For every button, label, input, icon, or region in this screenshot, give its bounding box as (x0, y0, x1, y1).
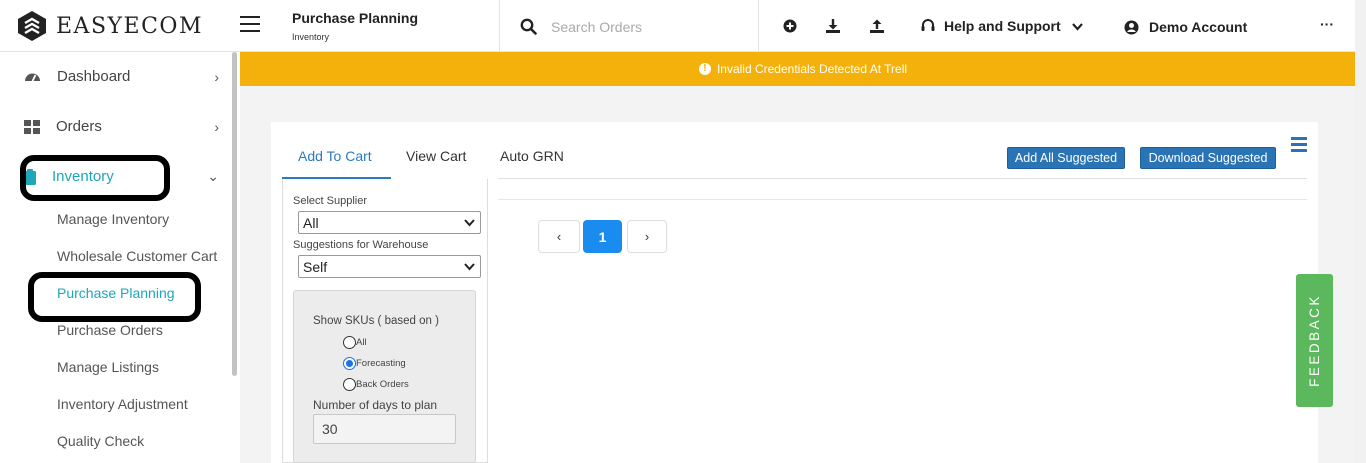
sidebar-item-dashboard[interactable]: Dashboard › (24, 68, 219, 85)
chevron-right-icon: › (214, 118, 219, 135)
more-options-icon[interactable]: ··· (1320, 16, 1334, 32)
days-label: Number of days to plan (313, 398, 438, 412)
upload-icon[interactable] (869, 18, 885, 34)
user-circle-icon (1124, 20, 1139, 34)
sidebar-item-orders[interactable]: Orders › (24, 118, 219, 135)
feedback-label: FEEDBACK (1307, 294, 1322, 387)
sidebar-item-label: Orders (56, 118, 102, 135)
radio-button[interactable] (343, 378, 356, 391)
warehouse-select-value: Self (303, 258, 328, 275)
chevron-right-icon: › (214, 68, 219, 85)
content-divider (498, 199, 1307, 200)
sidebar-scrollbar[interactable] (232, 52, 237, 376)
sidebar-subitem-wholesale-cart[interactable]: Wholesale Customer Cart (57, 248, 217, 264)
warehouse-label: Suggestions for Warehouse (293, 239, 429, 251)
add-all-suggested-button[interactable]: Add All Suggested (1007, 147, 1125, 169)
headset-icon (921, 19, 935, 31)
hamburger-menu-icon[interactable] (240, 16, 260, 34)
chevron-down-icon (464, 263, 475, 271)
sidebar-subitem-manage-inventory[interactable]: Manage Inventory (57, 211, 169, 227)
header-divider (758, 0, 759, 52)
grid-icon (24, 119, 40, 134)
help-support-label: Help and Support (944, 18, 1061, 34)
radio-forecasting[interactable]: Forecasting (343, 357, 406, 370)
chevron-down-icon: ⌄ (207, 168, 219, 184)
account-label: Demo Account (1149, 19, 1248, 35)
feedback-button[interactable]: FEEDBACK (1296, 274, 1333, 407)
radio-all[interactable]: All (343, 336, 367, 349)
tab-auto-grn[interactable]: Auto GRN (500, 148, 564, 164)
radio-label: Forecasting (356, 358, 406, 369)
supplier-select[interactable]: All (298, 211, 481, 234)
app-logo[interactable]: EASYECOM (16, 10, 203, 42)
add-circle-icon[interactable] (782, 18, 798, 34)
pagination-page-1[interactable]: 1 (583, 220, 622, 253)
supplier-label: Select Supplier (293, 195, 367, 207)
sidebar-subitem-quality-check[interactable]: Quality Check (57, 433, 144, 449)
info-icon: ! (698, 63, 711, 75)
pagination-next-button[interactable]: › (627, 220, 667, 253)
search-bar (520, 18, 751, 35)
sidebar-subitem-manage-listings[interactable]: Manage Listings (57, 359, 159, 375)
alert-banner-text: Invalid Credentials Detected At Trell (716, 62, 908, 76)
supplier-select-value: All (303, 214, 319, 231)
highlight-annotation (28, 272, 201, 322)
tab-divider (498, 178, 1307, 179)
show-skus-label: Show SKUs ( based on ) (313, 315, 439, 327)
top-bar: EASYECOM Purchase Planning Inventory Hel… (0, 0, 1366, 52)
chevron-down-icon (464, 219, 475, 227)
account-menu[interactable]: Demo Account (1124, 19, 1247, 35)
pagination-prev-button[interactable]: ‹ (538, 220, 580, 253)
download-suggested-button[interactable]: Download Suggested (1140, 147, 1276, 169)
alert-banner: ! Invalid Credentials Detected At Trell (240, 52, 1366, 86)
sidebar-subitem-inventory-adjustment[interactable]: Inventory Adjustment (57, 396, 188, 412)
tab-view-cart[interactable]: View Cart (406, 148, 466, 164)
dashboard-icon (25, 73, 40, 82)
days-to-plan-input[interactable]: 30 (313, 414, 456, 444)
search-input[interactable] (551, 18, 751, 35)
easyecom-logo-icon (18, 11, 46, 41)
search-icon[interactable] (520, 18, 537, 35)
chevron-down-icon (1071, 22, 1083, 31)
page-scrollbar[interactable] (1355, 0, 1366, 463)
warehouse-select[interactable]: Self (298, 255, 481, 278)
sidebar-subitem-purchase-orders[interactable]: Purchase Orders (57, 322, 163, 338)
tab-add-to-cart[interactable]: Add To Cart (298, 148, 372, 164)
header-divider (499, 0, 500, 52)
radio-back-orders[interactable]: Back Orders (343, 378, 409, 391)
download-icon[interactable] (825, 18, 841, 34)
highlight-annotation (20, 155, 170, 201)
sidebar-item-label: Dashboard (57, 68, 131, 85)
help-support-menu[interactable]: Help and Support (920, 18, 1084, 34)
radio-label: Back Orders (356, 379, 409, 390)
page-breadcrumb: Inventory (292, 32, 330, 42)
page-title: Purchase Planning (292, 10, 419, 26)
radio-button[interactable] (343, 357, 356, 370)
radio-button[interactable] (343, 336, 356, 349)
logo-text: EASYECOM (56, 13, 203, 39)
radio-label: All (356, 337, 367, 348)
list-menu-icon[interactable] (1291, 137, 1307, 155)
